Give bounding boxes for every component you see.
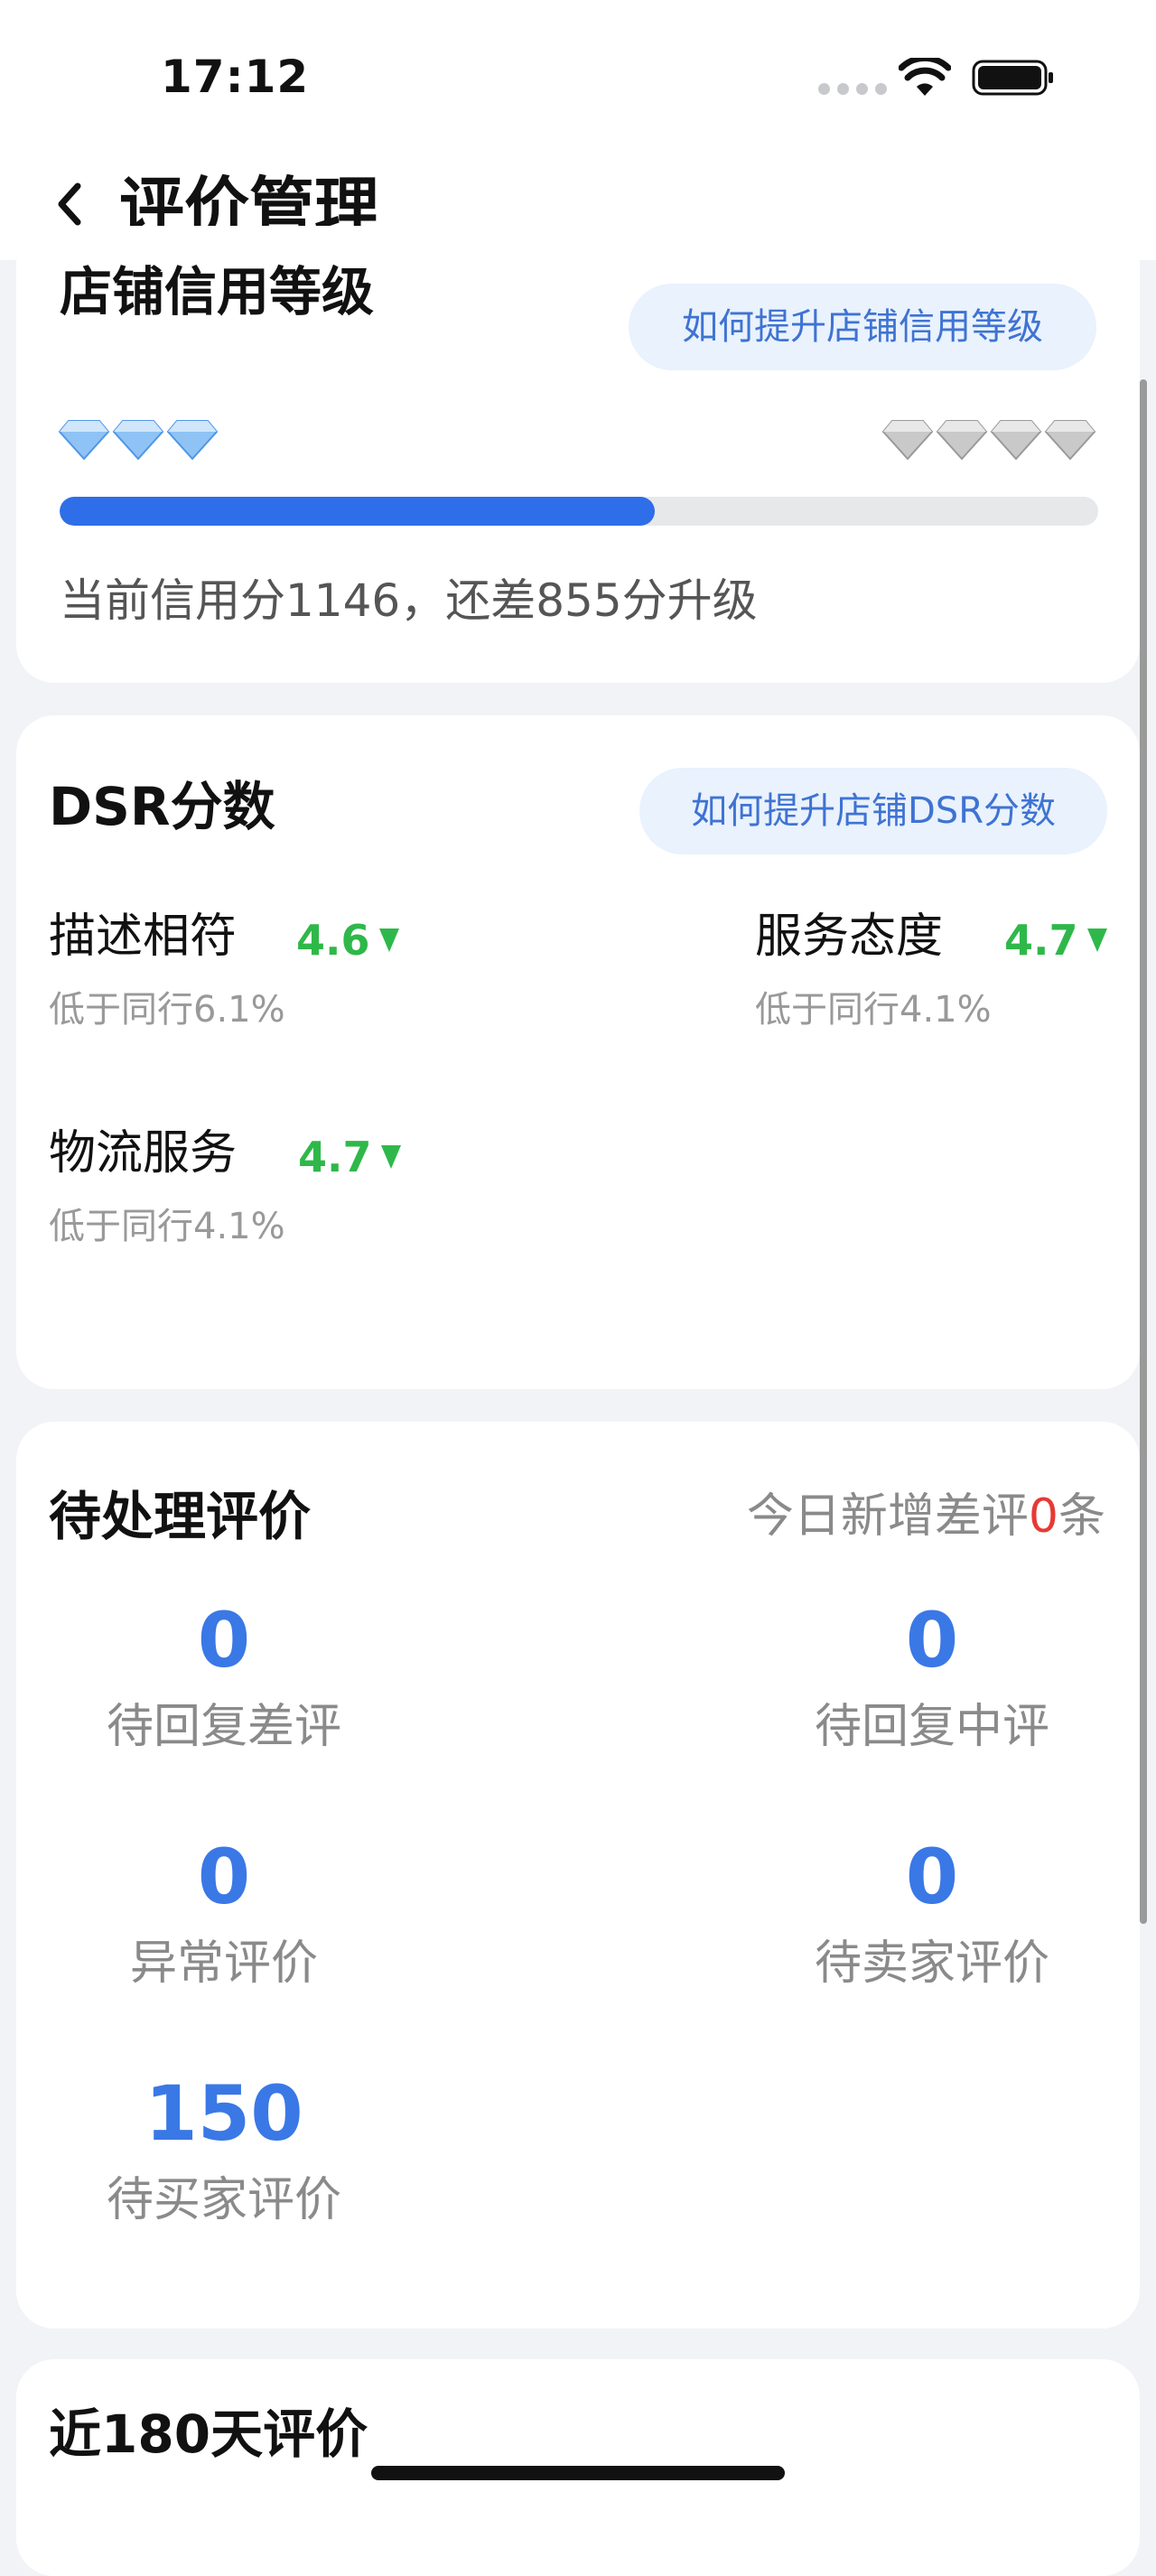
dsr-title: DSR分数 xyxy=(49,776,275,837)
stat-abnormal[interactable]: 0 异常评价 xyxy=(61,1832,387,2000)
credit-progress-fill xyxy=(60,497,655,526)
dsr-metric-compare: 低于同行4.1% xyxy=(755,989,992,1031)
grey-diamond-icon xyxy=(990,420,1042,461)
arrow-down-icon xyxy=(378,929,399,952)
wifi-icon xyxy=(899,58,951,96)
status-time: 17:12 xyxy=(161,51,310,103)
scroll-indicator[interactable] xyxy=(1140,379,1147,1924)
cellular-signal-icon xyxy=(818,83,887,95)
blue-diamond-icon xyxy=(58,420,110,461)
current-level-gems xyxy=(58,417,219,462)
grey-diamond-icon xyxy=(1044,420,1096,461)
dsr-metric-name: 物流服务 xyxy=(49,1126,238,1181)
credit-level-card: 店铺信用等级 如何提升店铺信用等级 当前信用分1146，还差855分升级 xyxy=(16,226,1140,683)
dsr-metric-score: 4.7 xyxy=(298,1125,405,1189)
arrow-down-icon xyxy=(380,1145,401,1169)
today-negative-count: 今日新增差评0条 xyxy=(746,1489,1105,1544)
credit-progress-bar xyxy=(60,497,1098,526)
blue-diamond-icon xyxy=(166,420,219,461)
improve-credit-button[interactable]: 如何提升店铺信用等级 xyxy=(629,284,1096,370)
stat-pending-seller[interactable]: 0 待卖家评价 xyxy=(769,1832,1095,2000)
pending-reviews-title: 待处理评价 xyxy=(49,1486,312,1547)
grey-diamond-icon xyxy=(881,420,934,461)
back-arrow-icon[interactable] xyxy=(47,175,92,233)
improve-dsr-button[interactable]: 如何提升店铺DSR分数 xyxy=(639,768,1107,854)
next-level-gems xyxy=(881,417,1096,462)
dsr-metric-score: 4.7 xyxy=(1004,909,1111,972)
dsr-metric-name: 服务态度 xyxy=(755,910,944,964)
home-indicator[interactable] xyxy=(371,2466,785,2480)
dsr-metric-score: 4.6 xyxy=(296,909,403,972)
dsr-card: DSR分数 如何提升店铺DSR分数 描述相符 4.6 低于同行6.1% 服务态度… xyxy=(16,715,1140,1389)
credit-status-text: 当前信用分1146，还差855分升级 xyxy=(60,574,758,627)
stat-pending-neutral[interactable]: 0 待回复中评 xyxy=(769,1595,1095,1763)
pending-reviews-card: 待处理评价 今日新增差评0条 0 待回复差评 0 待回复中评 0 异常评价 0 … xyxy=(16,1422,1140,2329)
dsr-metric-name: 描述相符 xyxy=(49,910,238,964)
grey-diamond-icon xyxy=(936,420,988,461)
arrow-down-icon xyxy=(1086,929,1107,952)
battery-icon xyxy=(972,60,1053,96)
status-bar: 17:12 xyxy=(0,0,1156,154)
credit-level-title: 店铺信用等级 xyxy=(60,261,375,322)
dsr-metric-compare: 低于同行4.1% xyxy=(49,1206,285,1247)
dsr-metric-compare: 低于同行6.1% xyxy=(49,989,285,1031)
stat-pending-negative[interactable]: 0 待回复差评 xyxy=(61,1595,387,1763)
recent-reviews-title: 近180天评价 xyxy=(49,2403,368,2465)
blue-diamond-icon xyxy=(112,420,164,461)
stat-pending-buyer[interactable]: 150 待买家评价 xyxy=(61,2068,387,2236)
